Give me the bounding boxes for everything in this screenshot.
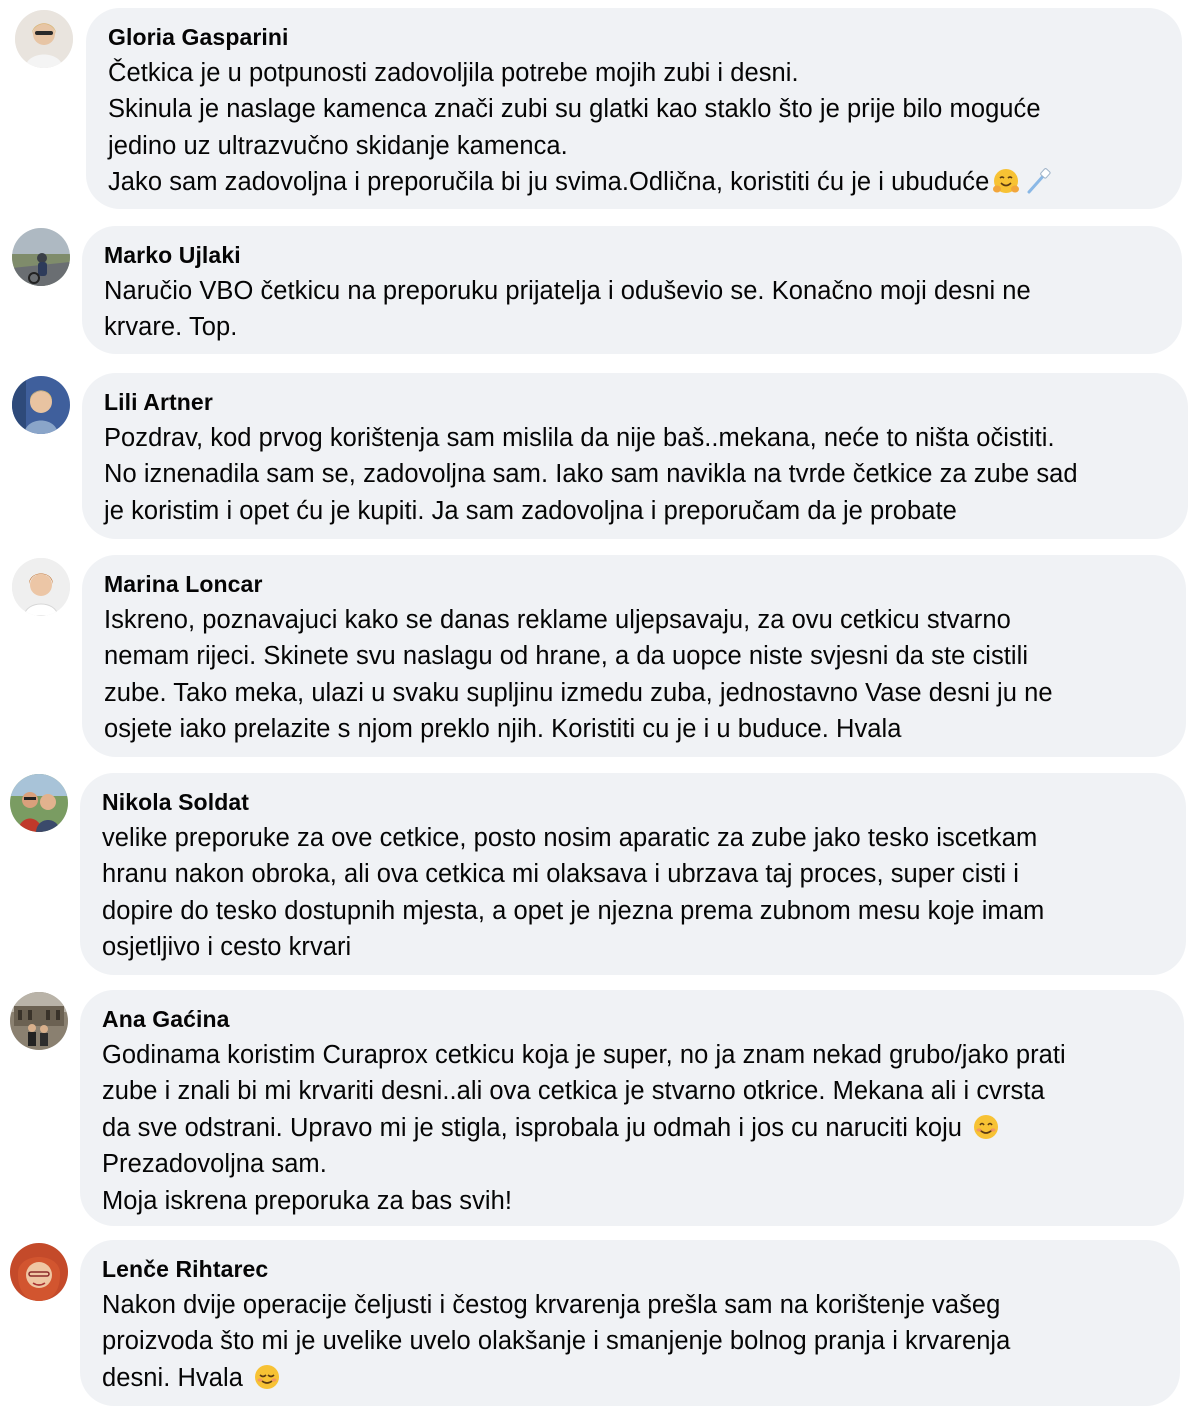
comment-author[interactable]: Lenče Rihtarec xyxy=(102,1256,1158,1282)
comment-author[interactable]: Marina Loncar xyxy=(104,571,1164,597)
comment-author[interactable]: Ana Gaćina xyxy=(102,1006,1162,1032)
comment-text-line: da sve odstrani. Upravo mi je stigla, is… xyxy=(102,1110,1162,1146)
comment-bubble: Nikola Soldat velike preporuke za ove ce… xyxy=(80,773,1186,975)
comment-text-line: nemam rijeci. Skinete svu naslagu od hra… xyxy=(104,642,1029,671)
comment-text-line: desni. Hvala xyxy=(102,1360,1158,1396)
comment-text-line: dopire do tesko dostupnih mjesta, a opet… xyxy=(102,896,1045,925)
comment-bubble: Ana Gaćina Godinama koristim Curaprox ce… xyxy=(80,990,1184,1226)
comment-text: desni. Hvala xyxy=(102,1363,243,1392)
hugging-face-icon xyxy=(991,166,1021,196)
comment-author[interactable]: Gloria Gasparini xyxy=(108,24,1160,50)
comment-bubble: Marina Loncar Iskreno, poznavajuci kako … xyxy=(82,555,1186,757)
comment-text-line: Iskreno, poznavajuci kako se danas rekla… xyxy=(104,606,1011,634)
comment-text-line: jedino uz ultrazvučno skidanje kamenca. xyxy=(108,131,568,160)
comment-text-line: Jako sam zadovoljna i preporučila bi ju … xyxy=(108,164,1160,200)
comment-text: Jako sam zadovoljna i preporučila bi ju … xyxy=(108,168,990,197)
comment-text-line: krvare. Top. xyxy=(104,313,238,342)
avatar[interactable] xyxy=(12,376,70,434)
comment-text: da sve odstrani. Upravo mi je stigla, is… xyxy=(102,1113,963,1142)
comment-bubble: Lili Artner Pozdrav, kod prvog korištenj… xyxy=(82,373,1188,539)
comment-text-line: velike preporuke za ove cetkice, posto n… xyxy=(102,824,1038,852)
comment-text-line: Naručio VBO četkicu na preporuku prijate… xyxy=(104,277,1031,305)
comment-text-line: zube. Tako meka, ulazi u svaku supljinu … xyxy=(104,678,1053,707)
comment-text-line: osjete iako prelazite s njom preklo njih… xyxy=(104,715,902,744)
toothbrush-icon xyxy=(1023,166,1053,196)
comment-text-line: zube i znali bi mi krvariti desni..ali o… xyxy=(102,1077,1045,1106)
comment-text-line: hranu nakon obroka, ali ova cetkica mi o… xyxy=(102,860,1019,889)
comment-bubble: Marko Ujlaki Naručio VBO četkicu na prep… xyxy=(82,226,1182,354)
comment-text-line: Nakon dvije operacije čeljusti i čestog … xyxy=(102,1291,1001,1319)
comment-author[interactable]: Marko Ujlaki xyxy=(104,242,1160,268)
comment-text-line: proizvoda što mi je uvelike uvelo olakša… xyxy=(102,1327,1011,1356)
comment-text-line: osjetljivo i cesto krvari xyxy=(102,933,352,962)
comment-text-line: Skinula je naslage kamenca znači zubi su… xyxy=(108,95,1041,124)
smiling-face-icon xyxy=(971,1112,1001,1142)
avatar[interactable] xyxy=(15,10,73,68)
comment-text-line: Prezadovoljna sam. xyxy=(102,1150,327,1179)
avatar[interactable] xyxy=(10,774,68,832)
relieved-face-icon xyxy=(252,1362,282,1392)
comment-text-line: Moja iskrena preporuka za bas svih! xyxy=(102,1186,512,1215)
comment-text-line: Pozdrav, kod prvog korištenja sam mislil… xyxy=(104,424,1055,452)
comment-author[interactable]: Nikola Soldat xyxy=(102,789,1164,815)
avatar[interactable] xyxy=(12,558,70,616)
avatar[interactable] xyxy=(12,228,70,286)
comment-bubble: Lenče Rihtarec Nakon dvije operacije čel… xyxy=(80,1240,1180,1406)
comment-text-line: Godinama koristim Curaprox cetkicu koja … xyxy=(102,1041,1066,1069)
comment-text-line: Četkica je u potpunosti zadovoljila potr… xyxy=(108,59,799,87)
comment-text-line: je koristim i opet ću je kupiti. Ja sam … xyxy=(104,496,957,525)
comment-author[interactable]: Lili Artner xyxy=(104,389,1166,415)
avatar[interactable] xyxy=(10,1243,68,1301)
avatar[interactable] xyxy=(10,992,68,1050)
comment-text-line: No iznenadila sam se, zadovoljna sam. Ia… xyxy=(104,460,1078,489)
comment-bubble: Gloria Gasparini Četkica je u potpunosti… xyxy=(86,8,1182,209)
